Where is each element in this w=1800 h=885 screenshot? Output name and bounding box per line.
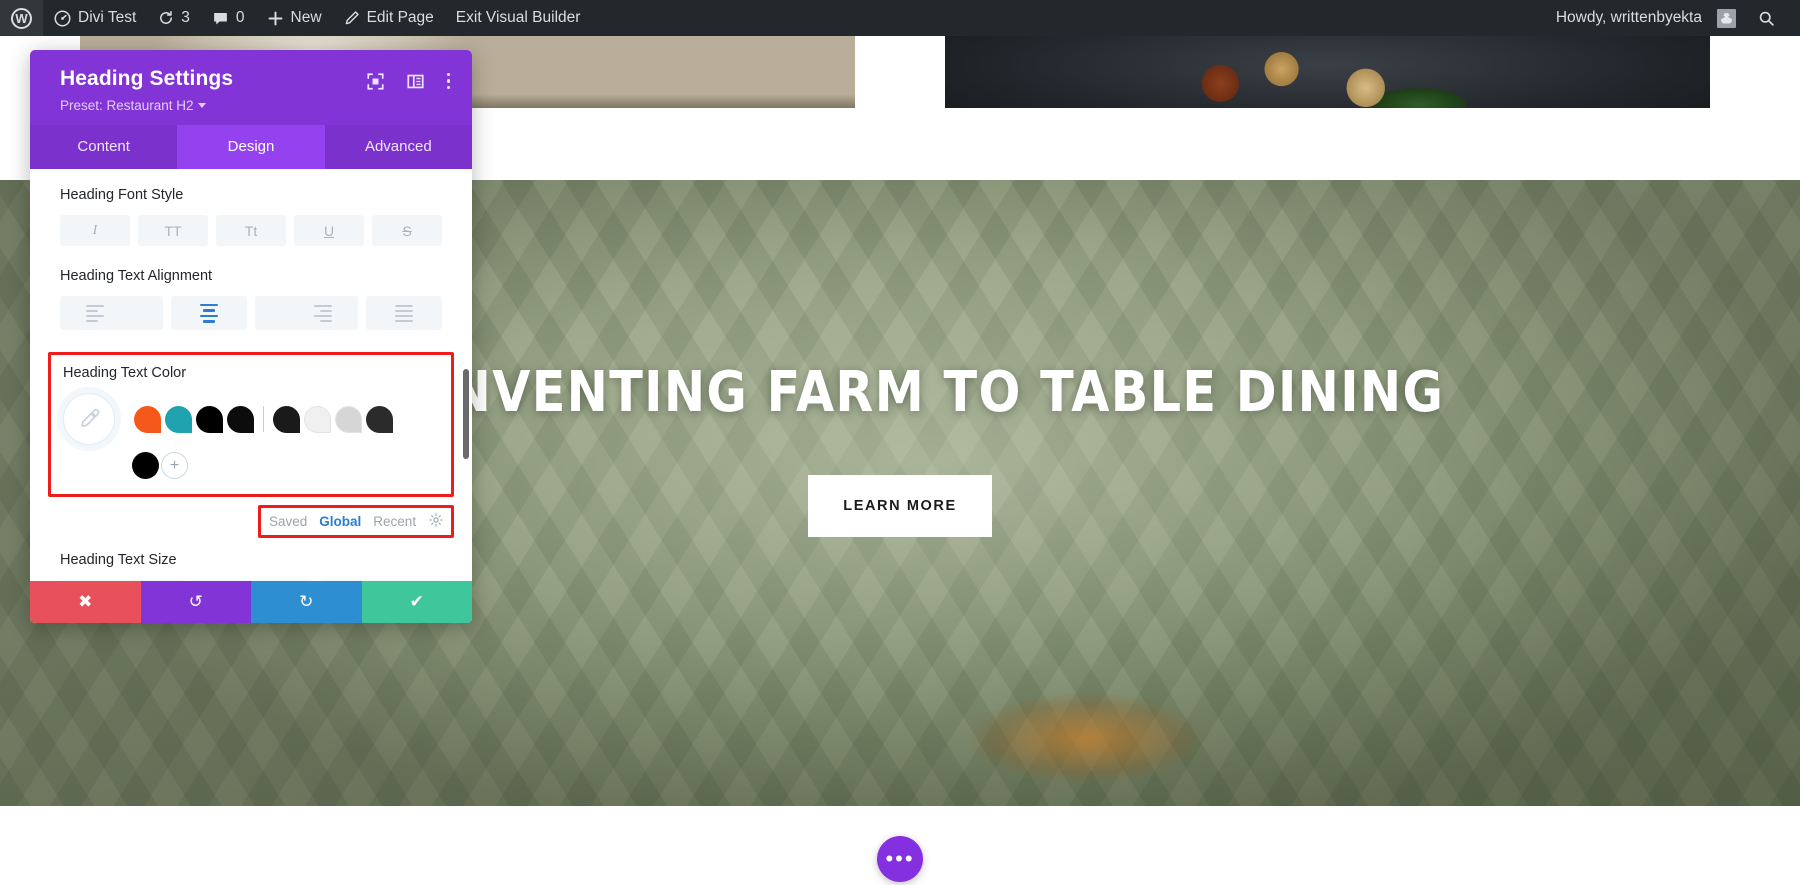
- align-left-button[interactable]: [60, 296, 163, 330]
- my-account-menu[interactable]: Howdy, writtenbyekta: [1545, 0, 1747, 36]
- exit-visual-builder-button[interactable]: Exit Visual Builder: [445, 0, 592, 36]
- swatch-teal[interactable]: [165, 406, 192, 433]
- underline-button[interactable]: U: [294, 215, 364, 246]
- swatch-dark-gray[interactable]: [273, 406, 300, 433]
- strikethrough-button[interactable]: S: [372, 215, 442, 246]
- heading-settings-modal: Heading Settings Preset: Restaurant H2 C…: [30, 50, 472, 623]
- color-swatch-row-2: +: [63, 449, 439, 482]
- swatch-divider: [263, 406, 264, 432]
- new-content-menu[interactable]: New: [256, 0, 333, 36]
- size-phone-button[interactable]: [320, 580, 442, 581]
- wp-admin-bar: Divi Test 3 0 New Edit Page: [0, 0, 1800, 36]
- tab-content[interactable]: Content: [30, 125, 177, 169]
- new-label: New: [291, 9, 322, 27]
- heading-text-alignment-label: Heading Text Alignment: [60, 268, 442, 284]
- align-center-button[interactable]: [171, 296, 248, 330]
- food-image-right: [945, 36, 1710, 108]
- font-style-button-row: I TT Tt U S: [60, 215, 442, 246]
- palette-tab-recent[interactable]: Recent: [373, 514, 416, 529]
- heading-font-style-field: Heading Font Style I TT Tt U S: [30, 187, 472, 246]
- comments-icon: [212, 10, 229, 27]
- color-palette-tabs: Saved Global Recent: [258, 505, 454, 538]
- learn-more-button[interactable]: LEARN MORE: [808, 475, 992, 537]
- modal-tabs: Content Design Advanced: [30, 125, 472, 169]
- dashboard-icon: [54, 10, 71, 27]
- cancel-button[interactable]: ✖: [30, 581, 141, 623]
- palette-tab-saved[interactable]: Saved: [269, 514, 307, 529]
- heading-text-alignment-field: Heading Text Alignment: [30, 268, 472, 330]
- size-tablet-button[interactable]: [190, 580, 312, 581]
- updates-menu[interactable]: 3: [147, 0, 201, 36]
- size-desktop-button[interactable]: [60, 580, 182, 581]
- updates-icon: [158, 10, 174, 26]
- color-swatch-row-1: [63, 393, 439, 445]
- exit-visual-builder-label: Exit Visual Builder: [456, 9, 581, 27]
- wp-logo-menu[interactable]: [0, 0, 43, 36]
- redo-button[interactable]: ↻: [251, 581, 362, 623]
- modal-body: Heading Font Style I TT Tt U S Heading T…: [30, 169, 472, 581]
- modal-header: Heading Settings Preset: Restaurant H2: [30, 50, 472, 125]
- align-justify-button[interactable]: [366, 296, 443, 330]
- modal-scrollbar[interactable]: [463, 369, 469, 459]
- plus-icon: [267, 10, 284, 27]
- search-icon: [1758, 10, 1775, 27]
- modal-header-icons: [367, 72, 451, 90]
- preset-label: Preset: Restaurant H2: [60, 98, 194, 113]
- save-button[interactable]: ✔: [362, 581, 473, 623]
- swatch-light-gray[interactable]: [335, 406, 362, 433]
- heading-text-color-label: Heading Text Color: [63, 365, 439, 381]
- wordpress-logo-icon: [11, 8, 32, 29]
- comments-count: 0: [236, 9, 245, 27]
- page-settings-fab[interactable]: •••: [877, 836, 923, 882]
- avatar: [1717, 9, 1736, 28]
- swatch-black-1[interactable]: [196, 406, 223, 433]
- site-name-menu[interactable]: Divi Test: [43, 0, 147, 36]
- heading-text-size-field: Heading Text Size: [30, 552, 472, 568]
- kebab-menu-icon[interactable]: [447, 73, 451, 90]
- swatch-black-2[interactable]: [227, 406, 254, 433]
- greeting-label: Howdy, writtenbyekta: [1556, 9, 1702, 27]
- updates-count: 3: [181, 9, 190, 27]
- uppercase-button[interactable]: TT: [138, 215, 208, 246]
- focus-target-icon[interactable]: [367, 72, 385, 90]
- capitalize-button[interactable]: Tt: [216, 215, 286, 246]
- modal-footer: ✖ ↺ ↻ ✔: [30, 581, 472, 623]
- eyedropper-icon[interactable]: [63, 393, 115, 445]
- chevron-down-icon: [198, 103, 206, 108]
- swatch-orange[interactable]: [134, 406, 161, 433]
- text-size-button-row: [30, 580, 472, 581]
- admin-bar-left-group: Divi Test 3 0 New Edit Page: [0, 0, 591, 36]
- comments-menu[interactable]: 0: [201, 0, 256, 36]
- edit-page-label: Edit Page: [367, 9, 434, 27]
- swatch-charcoal[interactable]: [366, 406, 393, 433]
- admin-bar-right-group: Howdy, writtenbyekta: [1545, 0, 1800, 36]
- heading-text-size-label: Heading Text Size: [60, 552, 442, 568]
- swatch-black-3[interactable]: [132, 452, 159, 479]
- tab-advanced[interactable]: Advanced: [325, 125, 472, 169]
- search-button[interactable]: [1747, 0, 1786, 36]
- edit-page-menu[interactable]: Edit Page: [333, 0, 445, 36]
- gear-icon[interactable]: [429, 513, 443, 530]
- palette-tab-global[interactable]: Global: [319, 514, 361, 529]
- pencil-icon: [344, 10, 360, 26]
- preset-selector[interactable]: Preset: Restaurant H2: [60, 98, 452, 113]
- add-color-button[interactable]: +: [161, 452, 188, 479]
- layout-columns-icon[interactable]: [407, 72, 425, 90]
- heading-text-color-field: Heading Text Color +: [48, 352, 454, 497]
- undo-button[interactable]: ↺: [141, 581, 252, 623]
- align-right-button[interactable]: [255, 296, 358, 330]
- tab-design[interactable]: Design: [177, 125, 324, 169]
- alignment-button-row: [60, 296, 442, 330]
- swatch-near-white[interactable]: [304, 406, 331, 433]
- italic-button[interactable]: I: [60, 215, 130, 246]
- site-name-label: Divi Test: [78, 9, 136, 27]
- heading-font-style-label: Heading Font Style: [60, 187, 442, 203]
